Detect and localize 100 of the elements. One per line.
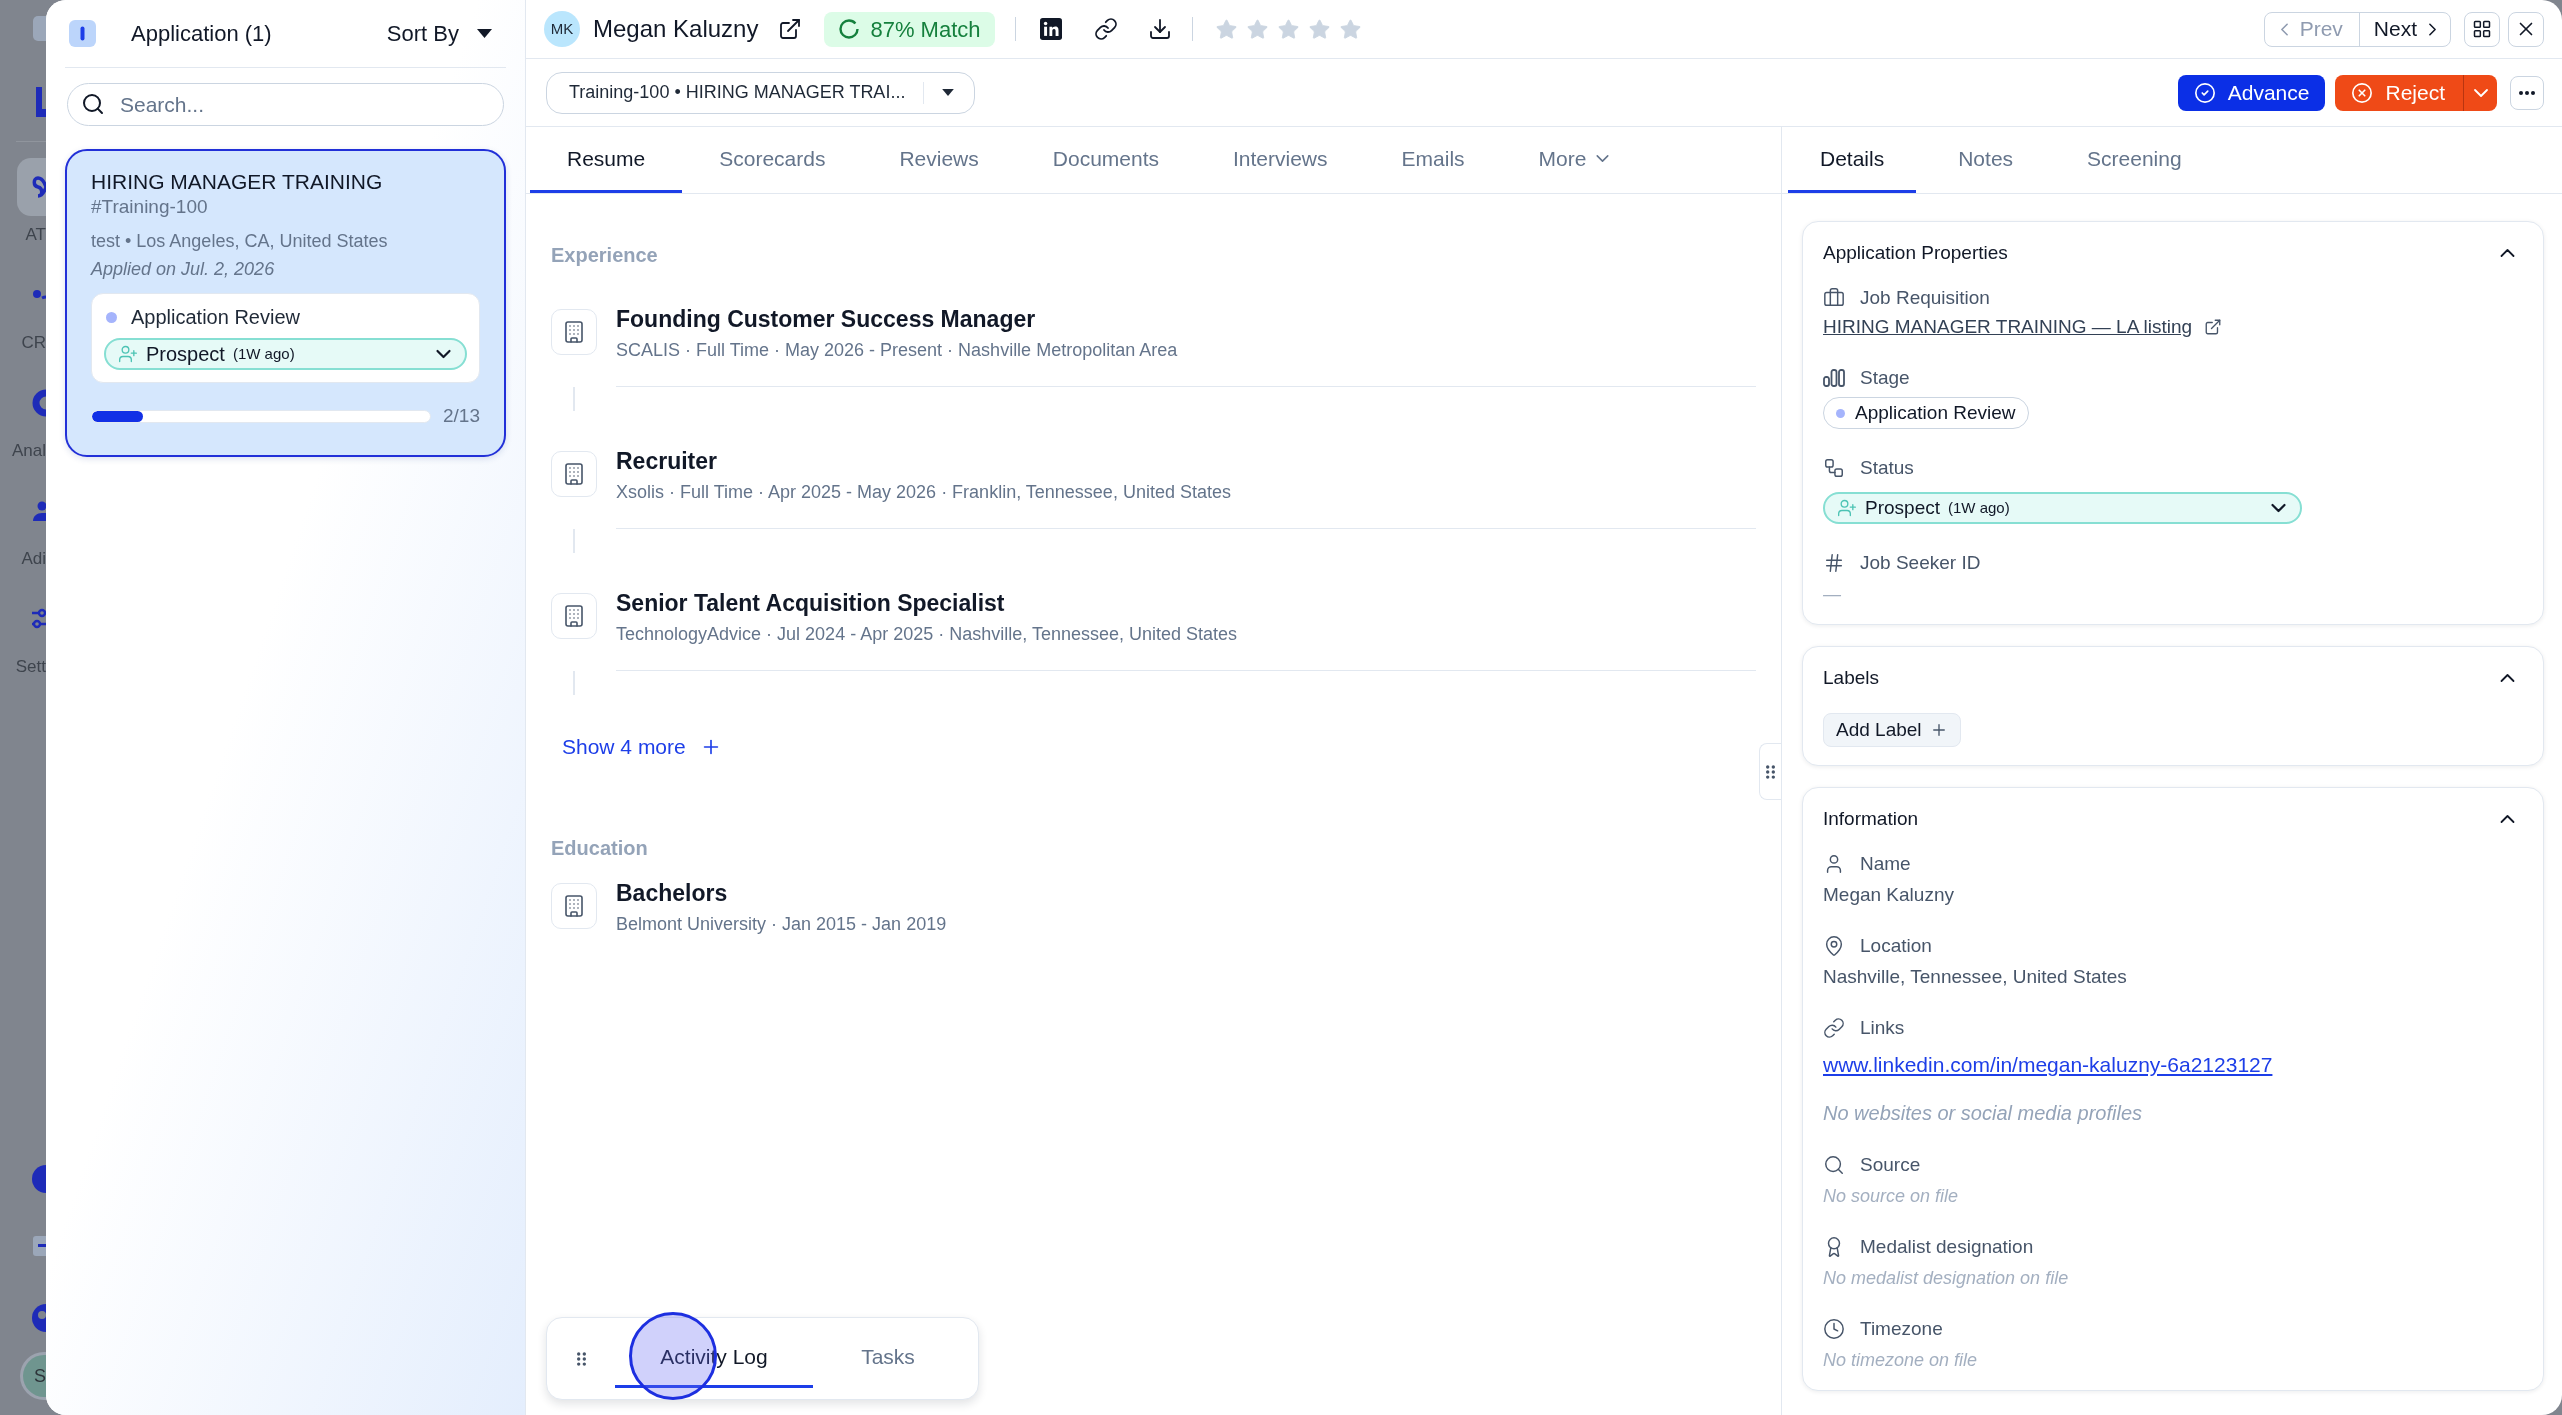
applied-date: Applied on Jul. 2, 2026: [91, 258, 276, 281]
search-field[interactable]: Search...: [67, 83, 504, 126]
status-dropdown[interactable]: Prospect (1W ago): [104, 338, 467, 370]
add-label-button[interactable]: Add Label: [1823, 713, 1961, 747]
chevron-down-icon: [2271, 504, 2286, 512]
entry-title: Recruiter: [616, 447, 718, 475]
chevron-up-icon[interactable]: [2500, 249, 2515, 257]
field-label: Job Seeker ID: [1860, 550, 1981, 575]
field-label: Links: [1860, 1015, 1905, 1040]
link-icon[interactable]: [1093, 17, 1118, 41]
grid-icon: [2472, 19, 2492, 39]
building-icon: [551, 451, 597, 497]
chevron-down-icon: [436, 350, 451, 358]
nav-label: Anal: [11, 441, 46, 461]
profile-tab[interactable]: Scorecards: [682, 127, 863, 193]
field-label: Source: [1860, 1152, 1921, 1177]
caret-icon: [942, 89, 955, 96]
bar-chart-icon: [1823, 369, 1845, 387]
job-select[interactable]: Training-100 • HIRING MANAGER TRAI...: [546, 71, 976, 114]
app-tile-icon: [33, 16, 46, 41]
profile-tab[interactable]: Documents: [1015, 127, 1196, 193]
entry-details: Belmont University · Jan 2015 - Jan 2019: [616, 913, 948, 936]
profile-tab[interactable]: Interviews: [1196, 127, 1365, 193]
profile-tab[interactable]: Resume: [530, 127, 683, 193]
next-button[interactable]: Next: [2359, 12, 2450, 46]
grip-icon: [1766, 764, 1775, 779]
briefcase-icon: [1823, 287, 1845, 309]
field-label: Name: [1860, 851, 1911, 876]
entry-title: Senior Talent Acquisition Specialist: [616, 589, 1006, 617]
external-link-icon[interactable]: [778, 17, 803, 41]
advance-button[interactable]: Advance: [2177, 74, 2326, 111]
star-icon[interactable]: [1307, 17, 1331, 41]
entry-details: Xsolis · Full Time · Apr 2025 - May 2026 · Franklin, Tennessee, United States: [616, 481, 1232, 504]
nav-label: AT: [25, 225, 46, 245]
grip-icon[interactable]: [577, 1351, 586, 1366]
side-panel-tab[interactable]: Details: [1788, 127, 1917, 193]
star-rating[interactable]: [1214, 17, 1362, 41]
grid-view-button[interactable]: [2464, 11, 2500, 47]
chevron-down-icon: [1596, 155, 1610, 162]
chevron-up-icon[interactable]: [2500, 815, 2515, 823]
resize-handle[interactable]: [1759, 743, 1781, 800]
entry-title: Founding Customer Success Manager: [616, 305, 1037, 333]
ellipsis-icon: [2519, 90, 2535, 95]
job-title: HIRING MANAGER TRAINING: [91, 169, 384, 195]
x-circle-icon: [2351, 81, 2374, 104]
star-icon[interactable]: [1214, 17, 1238, 41]
download-icon[interactable]: [1147, 17, 1172, 41]
profile-link[interactable]: www.linkedin.com/in/megan-kaluzny-6a2123127: [1823, 1052, 2273, 1078]
linkedin-icon[interactable]: [1039, 18, 1062, 40]
status-dropdown[interactable]: Prospect (1W ago): [1823, 492, 2302, 524]
user-avatar[interactable]: S: [20, 1352, 46, 1400]
field-value: Nashville, Tennessee, United States: [1823, 965, 2128, 989]
star-icon[interactable]: [1338, 17, 1362, 41]
side-panel-tab[interactable]: Notes: [1926, 127, 2046, 193]
profile-tab[interactable]: Reviews: [862, 127, 1016, 193]
field-value: Megan Kaluzny: [1823, 883, 1955, 907]
chevron-right-icon: [2429, 22, 2436, 36]
stage-name: Application Review: [1855, 400, 2016, 425]
loop-icon[interactable]: [17, 158, 46, 216]
job-location: test • Los Angeles, CA, United States: [91, 230, 389, 253]
empty-note: No websites or social media profiles: [1823, 1101, 2144, 1126]
building-icon: [551, 593, 597, 639]
check-circle-icon: [2193, 81, 2216, 104]
profile-tab[interactable]: Emails: [1364, 127, 1502, 193]
bottom-tab[interactable]: Tasks: [813, 1329, 963, 1388]
star-icon[interactable]: [1245, 17, 1269, 41]
stage-name: Application Review: [131, 305, 300, 329]
show-more-link[interactable]: Show 4 more: [562, 735, 722, 759]
ring-icon: [838, 18, 861, 40]
entry-title: Bachelors: [616, 879, 729, 907]
section-heading: Education: [551, 836, 649, 860]
map-pin-icon: [1823, 935, 1845, 957]
more-menu-tab[interactable]: More: [1501, 127, 1647, 193]
close-button[interactable]: [2508, 11, 2544, 47]
empty-value: No source on file: [1823, 1185, 1960, 1208]
job-code: #Training-100: [91, 195, 209, 219]
requisition-link[interactable]: HIRING MANAGER TRAINING — LA listing: [1823, 315, 2193, 339]
side-panel-tab[interactable]: Screening: [2055, 127, 2214, 193]
empty-value: —: [1823, 583, 1842, 606]
application-card[interactable]: HIRING MANAGER TRAINING #Training-100 test • Los Angeles, CA, United States Applied on Jul. 2, 2026 Application Review Prospect (1W ago) 2/13: [65, 149, 506, 457]
more-options-button[interactable]: [2510, 75, 2544, 110]
panel-toggle-icon[interactable]: [69, 20, 96, 47]
sort-button[interactable]: Sort By: [386, 17, 492, 50]
reject-button[interactable]: Reject: [2335, 74, 2463, 111]
field-label: Status: [1860, 455, 1914, 480]
chevron-up-icon[interactable]: [2500, 674, 2515, 682]
field-label: Medalist designation: [1860, 1234, 2034, 1259]
caret-icon: [477, 29, 492, 38]
star-icon[interactable]: [1276, 17, 1300, 41]
panel-title: Application (1): [131, 20, 272, 48]
reject-menu-button[interactable]: [2463, 74, 2497, 111]
empty-value: No timezone on file: [1823, 1349, 1979, 1372]
nav-label: CR: [21, 333, 46, 353]
workflow-icon: [1823, 457, 1845, 479]
user-plus-icon: [118, 344, 138, 364]
section-title: Information: [1823, 806, 1919, 831]
entry-details: SCALIS · Full Time · May 2026 - Present · Nashville Metropolitan Area: [616, 339, 1179, 362]
nav-label: Adi: [21, 549, 46, 569]
external-link-icon[interactable]: [2204, 318, 2223, 336]
link-icon: [1823, 1017, 1845, 1039]
